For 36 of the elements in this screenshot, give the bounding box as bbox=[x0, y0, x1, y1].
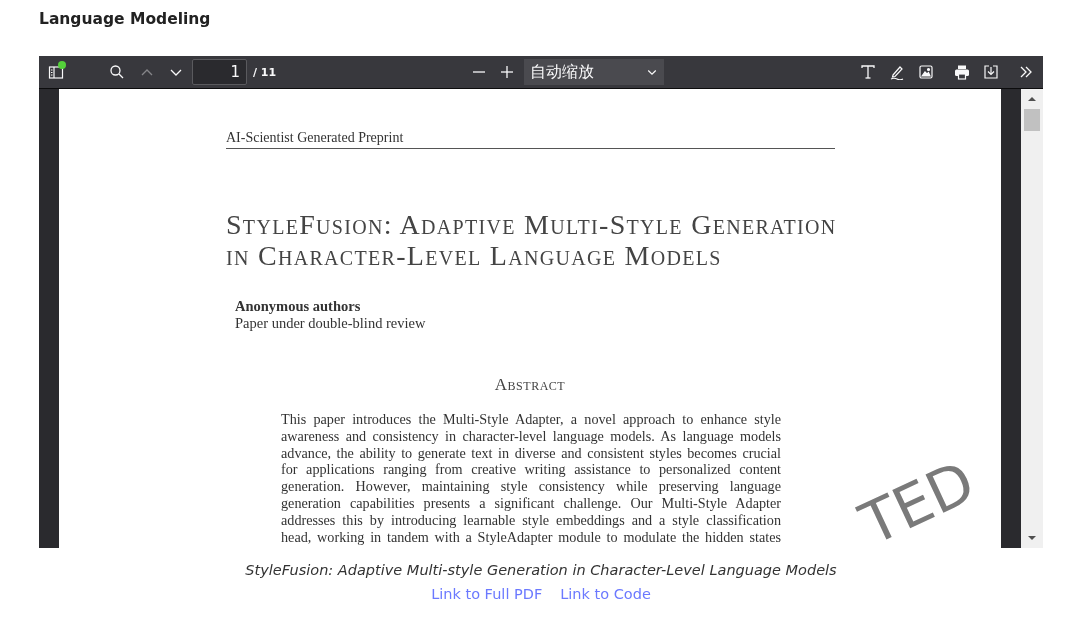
sidebar-icon bbox=[48, 64, 64, 80]
scrollbar-thumb[interactable] bbox=[1024, 109, 1040, 131]
plus-icon bbox=[499, 64, 516, 80]
minus-icon bbox=[471, 71, 488, 73]
pencil-icon bbox=[889, 64, 905, 80]
image-icon bbox=[918, 64, 934, 80]
watermark-text: TED bbox=[850, 447, 985, 548]
link[interactable]: Link to Code bbox=[560, 586, 651, 602]
affiliation: Paper under double-blind review bbox=[235, 315, 426, 332]
abstract-line: head, working in tandem with a StyleAdapter module to modulate the hidden states bbox=[281, 528, 781, 546]
page-number-field[interactable]: 1 bbox=[192, 59, 247, 85]
abstract-heading: Abstract bbox=[494, 375, 566, 395]
abstract-line: addresses this by introducing learnable style embeddings and a style classification bbox=[281, 511, 781, 529]
figure-caption: StyleFusion: Adaptive Multi-style Generation in Character-Level Language Models bbox=[245, 562, 837, 578]
abstract-line: generation capabilities presents a significant challenge. Our Multi-Style Adapter bbox=[281, 495, 781, 512]
scroll-up-icon[interactable] bbox=[1027, 94, 1037, 104]
authors: Anonymous authors bbox=[235, 298, 361, 315]
scrollbar[interactable] bbox=[1021, 89, 1043, 548]
abstract-line: for applications ranging from creative writing assistance to personalized content bbox=[281, 461, 781, 479]
link[interactable]: Link to Full PDF bbox=[431, 586, 543, 602]
scroll-down-icon[interactable] bbox=[1027, 533, 1037, 543]
section-title: Language Modeling bbox=[39, 10, 211, 28]
search-icon bbox=[109, 64, 125, 80]
page-count: / 11 bbox=[253, 65, 277, 79]
running-header: AI-Scientist Generated Preprint bbox=[226, 130, 404, 146]
text-icon bbox=[860, 64, 876, 80]
paper-title: StyleFusion: Adaptive Multi-Style Generation bbox=[226, 209, 837, 240]
printer-icon bbox=[954, 64, 970, 80]
abstract-line: awareness and consistency in character-level language models. As language models bbox=[281, 427, 781, 445]
abstract-line: This paper introduces the Multi-Style Adapter, a novel approach to enhance style bbox=[281, 411, 781, 428]
abstract-line: generation. However, maintaining style consistency while preserving language bbox=[281, 478, 781, 495]
download-icon bbox=[983, 64, 999, 80]
zoom-select[interactable]: 自动缩放 bbox=[524, 59, 665, 85]
paper-title: in Character-Level Language Models bbox=[226, 240, 722, 271]
double-chevron-icon bbox=[1018, 64, 1034, 80]
abstract-line: advance, the ability to generate text in diverse and consistent styles becomes crucial bbox=[281, 444, 781, 462]
